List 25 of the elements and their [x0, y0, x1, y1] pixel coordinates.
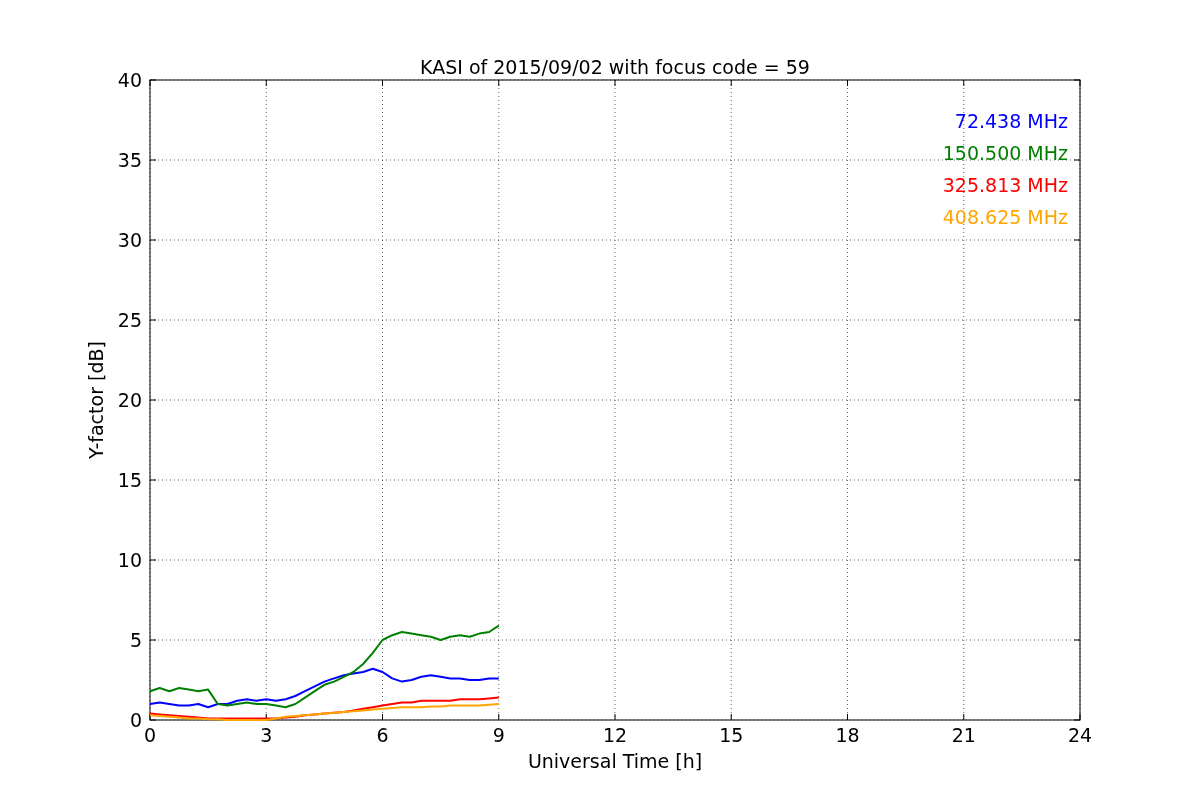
x-tick-label: 9 — [492, 724, 505, 746]
x-tick-label: 21 — [951, 724, 976, 746]
y-axis-label: Y-factor [dB] — [85, 341, 107, 459]
x-axis-label: Universal Time [h] — [527, 750, 703, 772]
y-tick-label: 20 — [117, 389, 142, 411]
x-tick-label: 18 — [835, 724, 860, 746]
chart-title: KASI of 2015/09/02 with focus code = 59 — [420, 56, 810, 78]
x-tick-label: 3 — [260, 724, 273, 746]
x-tick-label: 0 — [143, 724, 157, 746]
x-tick-label: 6 — [376, 724, 389, 746]
y-tick-label: 5 — [129, 629, 142, 651]
legend-label: 72.438 MHz — [954, 110, 1068, 132]
y-tick-label: 10 — [117, 549, 142, 571]
y-tick-label: 25 — [117, 309, 142, 331]
legend-label: 408.625 MHz — [942, 206, 1068, 228]
y-tick-label: 35 — [117, 149, 142, 171]
legend-label: 325.813 MHz — [942, 174, 1068, 196]
y-tick-label: 0 — [129, 709, 142, 731]
x-tick-label: 24 — [1067, 724, 1093, 746]
y-tick-label: 30 — [117, 229, 142, 251]
x-tick-label: 15 — [719, 724, 744, 746]
x-tick-label: 12 — [602, 724, 628, 746]
y-tick-label: 15 — [117, 469, 142, 491]
y-tick-label: 40 — [117, 69, 142, 91]
legend-label: 150.500 MHz — [942, 142, 1068, 164]
